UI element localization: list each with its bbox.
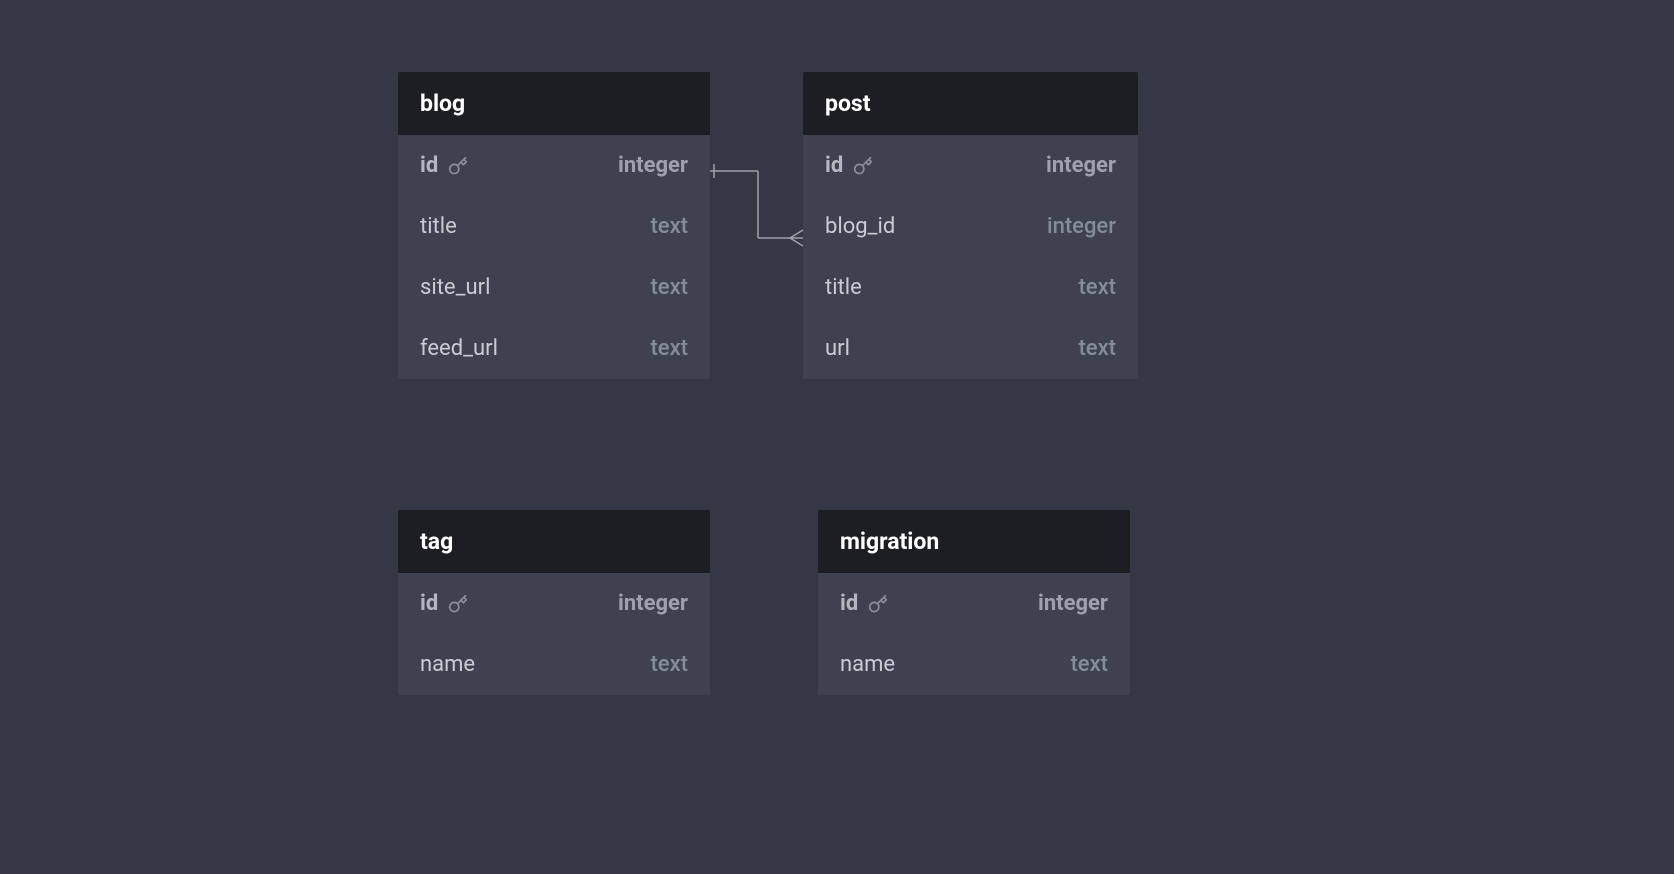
- table-blog-body: id integer title text site_url text feed…: [398, 135, 710, 379]
- table-post[interactable]: post id integer blog_id integer title te…: [803, 72, 1138, 379]
- key-icon: [868, 594, 888, 614]
- field-row[interactable]: url text: [803, 318, 1138, 379]
- field-row[interactable]: id integer: [818, 573, 1130, 634]
- table-post-header[interactable]: post: [803, 72, 1138, 135]
- table-blog-header[interactable]: blog: [398, 72, 710, 135]
- field-name: name: [420, 652, 475, 677]
- table-tag-body: id integer name text: [398, 573, 710, 695]
- field-name: site_url: [420, 275, 490, 300]
- field-name: id: [840, 591, 888, 616]
- field-row[interactable]: id integer: [398, 573, 710, 634]
- field-row[interactable]: name text: [818, 634, 1130, 695]
- field-type: integer: [1038, 591, 1108, 616]
- key-icon: [448, 594, 468, 614]
- field-name: name: [840, 652, 895, 677]
- table-migration-body: id integer name text: [818, 573, 1130, 695]
- field-name: title: [420, 214, 457, 239]
- erd-canvas[interactable]: blog id integer title text site_url text: [0, 0, 1674, 874]
- field-name: id: [420, 591, 468, 616]
- field-type: integer: [618, 153, 688, 178]
- field-type: text: [1078, 275, 1116, 300]
- field-name: blog_id: [825, 214, 895, 239]
- field-type: integer: [618, 591, 688, 616]
- field-row[interactable]: id integer: [398, 135, 710, 196]
- relationship-connector: [710, 160, 810, 250]
- field-name: id: [420, 153, 468, 178]
- field-type: integer: [1047, 214, 1116, 239]
- table-blog[interactable]: blog id integer title text site_url text: [398, 72, 710, 379]
- field-type: text: [650, 336, 688, 361]
- field-type: text: [650, 652, 688, 677]
- field-type: text: [1070, 652, 1108, 677]
- field-type: text: [650, 275, 688, 300]
- field-row[interactable]: blog_id integer: [803, 196, 1138, 257]
- table-tag-title: tag: [420, 528, 453, 555]
- field-row[interactable]: name text: [398, 634, 710, 695]
- key-icon: [448, 156, 468, 176]
- table-post-title: post: [825, 90, 871, 117]
- field-type: text: [650, 214, 688, 239]
- field-type: integer: [1046, 153, 1116, 178]
- field-name: feed_url: [420, 336, 498, 361]
- field-name: title: [825, 275, 862, 300]
- field-row[interactable]: id integer: [803, 135, 1138, 196]
- field-row[interactable]: title text: [803, 257, 1138, 318]
- table-tag-header[interactable]: tag: [398, 510, 710, 573]
- field-row[interactable]: feed_url text: [398, 318, 710, 379]
- table-migration[interactable]: migration id integer name text: [818, 510, 1130, 695]
- field-name: id: [825, 153, 873, 178]
- table-post-body: id integer blog_id integer title text ur…: [803, 135, 1138, 379]
- field-name: url: [825, 336, 850, 361]
- field-row[interactable]: site_url text: [398, 257, 710, 318]
- table-tag[interactable]: tag id integer name text: [398, 510, 710, 695]
- table-migration-title: migration: [840, 528, 939, 555]
- table-migration-header[interactable]: migration: [818, 510, 1130, 573]
- key-icon: [853, 156, 873, 176]
- field-row[interactable]: title text: [398, 196, 710, 257]
- field-type: text: [1078, 336, 1116, 361]
- table-blog-title: blog: [420, 90, 465, 117]
